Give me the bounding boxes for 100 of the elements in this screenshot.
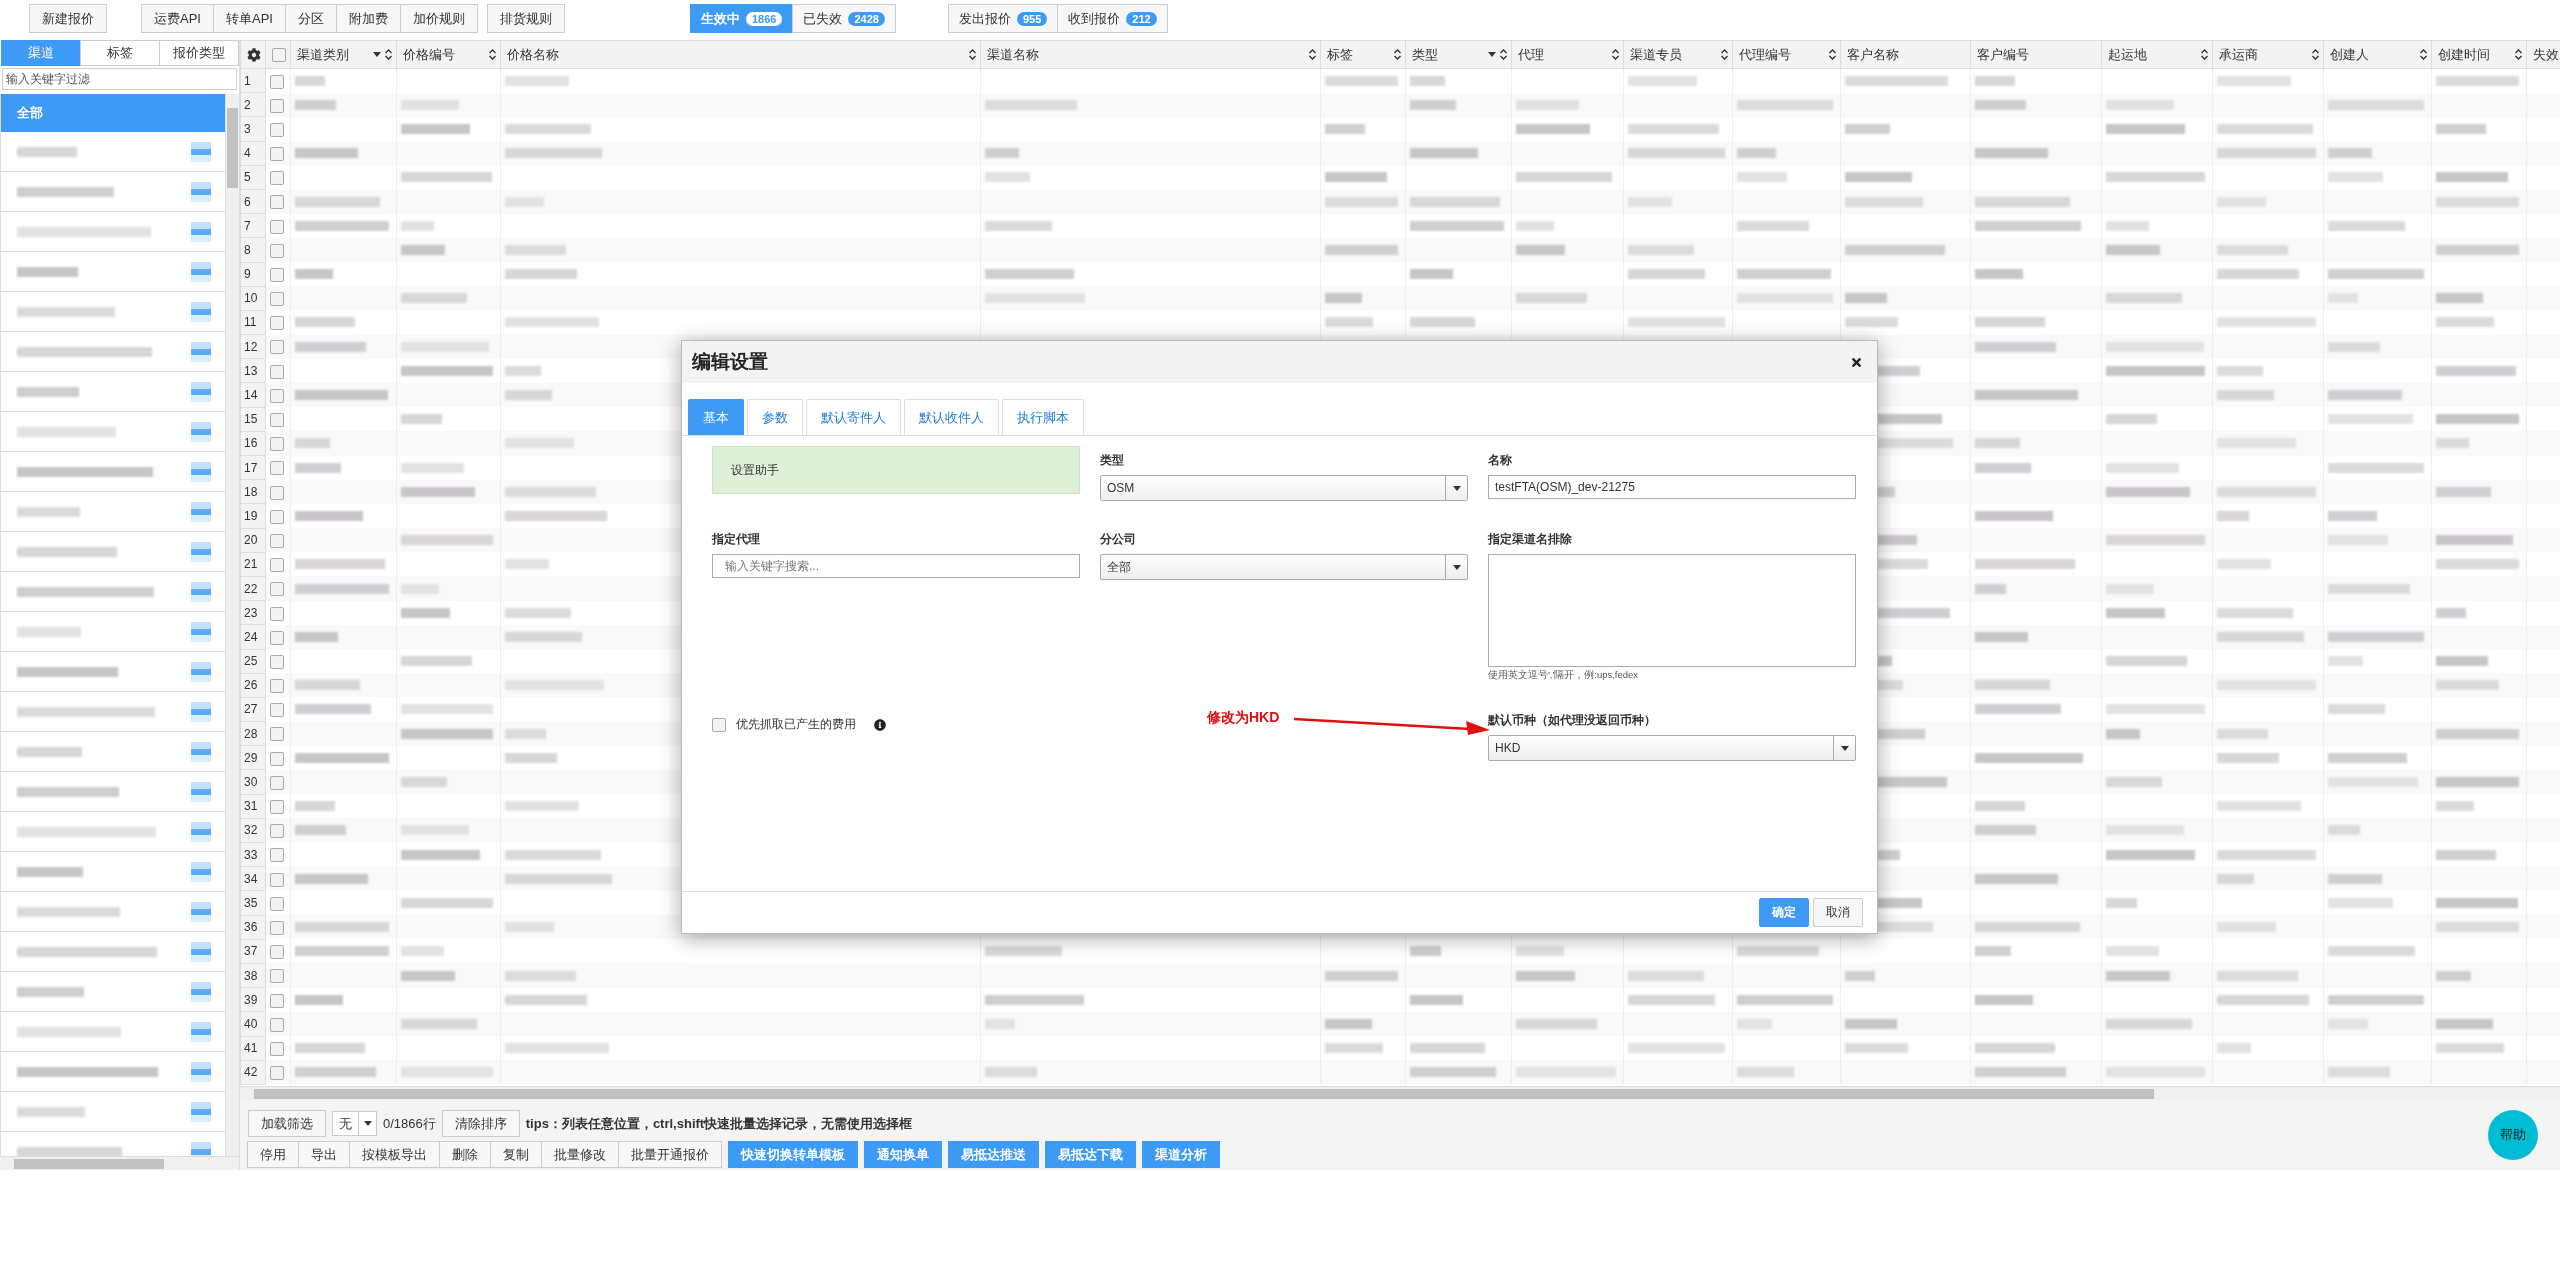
checkbox[interactable] (270, 558, 284, 573)
checkbox[interactable] (270, 98, 284, 113)
checkbox[interactable] (270, 122, 284, 137)
checkbox[interactable] (270, 824, 284, 839)
action-button[interactable]: 导出 (298, 1141, 350, 1168)
dialog-tab[interactable]: 执行脚本 (1002, 399, 1084, 435)
checkbox[interactable] (270, 679, 284, 694)
filter-select[interactable]: 无 (332, 1111, 377, 1136)
checkbox[interactable] (270, 171, 284, 186)
checkbox[interactable] (270, 896, 284, 911)
toolbar-button[interactable]: 加价规则 (399, 4, 478, 33)
toolbar-button[interactable]: 运费API (141, 4, 214, 33)
dialog-tab[interactable]: 默认寄件人 (806, 399, 901, 435)
column-header[interactable]: 客户编号 (1970, 40, 2102, 69)
select-field[interactable]: OSM (1100, 475, 1468, 501)
checkbox[interactable] (270, 800, 284, 814)
checkbox[interactable] (270, 630, 284, 645)
column-header[interactable]: 类型 (1405, 40, 1512, 69)
column-header[interactable]: 价格名称 (500, 40, 981, 69)
column-header[interactable]: 价格编号 (396, 40, 501, 69)
checkbox[interactable] (270, 1066, 284, 1081)
quote-toggle[interactable]: 发出报价 955 (947, 4, 1059, 33)
toolbar-button[interactable]: 附加费 (335, 4, 401, 33)
column-header[interactable]: 失效 (2526, 40, 2560, 69)
column-header[interactable]: 渠道专员 (1623, 40, 1733, 69)
checkbox[interactable] (270, 413, 284, 427)
close-icon[interactable] (1850, 355, 1863, 369)
checkbox[interactable] (270, 993, 284, 1008)
settings-icon[interactable] (247, 47, 261, 62)
checkbox[interactable] (270, 1017, 284, 1032)
scrollbar[interactable] (0, 1156, 239, 1170)
sort-icon[interactable] (385, 49, 392, 60)
toolbar-button[interactable]: 新建报价 (29, 4, 107, 33)
checkbox[interactable] (270, 1041, 284, 1056)
sort-icon[interactable] (2420, 49, 2427, 60)
sidebar-tab[interactable]: 报价类型 (159, 40, 239, 66)
action-button[interactable]: 按模板导出 (349, 1141, 440, 1168)
checkbox[interactable] (270, 388, 284, 403)
select-field[interactable]: 全部 (1100, 554, 1468, 580)
sort-icon[interactable] (1829, 49, 1836, 60)
checkbox[interactable] (270, 945, 284, 960)
help-button[interactable]: 帮助 (2488, 1110, 2538, 1160)
sort-icon[interactable] (2515, 49, 2522, 60)
checkbox[interactable] (270, 267, 284, 282)
sort-icon[interactable] (1612, 49, 1619, 60)
column-header[interactable]: 客户名称 (1840, 40, 1971, 69)
sort-icon[interactable] (1721, 49, 1728, 60)
search-field[interactable]: 输入关键字搜索... (712, 554, 1080, 578)
action-button[interactable]: 复制 (490, 1141, 542, 1168)
toolbar-button[interactable]: 转单API (212, 4, 286, 33)
column-header[interactable]: 渠道类别 (290, 40, 397, 69)
checkbox[interactable] (270, 243, 284, 258)
checkbox[interactable] (270, 509, 284, 524)
action-button[interactable]: 批量开通报价 (618, 1141, 722, 1168)
action-button[interactable]: 停用 (247, 1141, 299, 1168)
sort-icon[interactable] (2201, 49, 2208, 60)
checkbox[interactable] (270, 582, 284, 597)
column-header[interactable]: 起运地 (2101, 40, 2213, 69)
column-header[interactable]: 渠道名称 (980, 40, 1321, 69)
column-header[interactable]: 创建时间 (2431, 40, 2527, 69)
sort-icon[interactable] (969, 49, 976, 60)
column-header[interactable]: 代理 (1511, 40, 1624, 69)
input-field[interactable]: testFTA(OSM)_dev-21275 (1488, 475, 1856, 499)
sort-icon[interactable] (489, 49, 496, 60)
dialog-button[interactable]: 取消 (1813, 898, 1863, 927)
checkbox[interactable] (270, 195, 284, 210)
checkbox[interactable] (270, 533, 284, 548)
checkbox[interactable] (270, 437, 284, 452)
checkbox[interactable] (270, 969, 284, 984)
status-toggle[interactable]: 已失效 2428 (792, 4, 896, 33)
sort-icon[interactable] (2312, 49, 2319, 60)
scrollbar[interactable] (240, 1086, 2560, 1100)
column-header[interactable]: 承运商 (2212, 40, 2324, 69)
checkbox[interactable] (270, 316, 284, 331)
select-field[interactable]: HKD (1488, 735, 1856, 761)
checkbox[interactable] (270, 292, 284, 307)
text-area[interactable] (1488, 554, 1856, 667)
checkbox[interactable] (270, 606, 284, 621)
checkbox[interactable] (270, 872, 284, 887)
quote-toggle[interactable]: 收到报价 212 (1057, 4, 1168, 33)
checkbox[interactable] (272, 47, 286, 62)
checkbox[interactable] (270, 848, 284, 863)
column-header[interactable]: 创建人 (2323, 40, 2432, 69)
checkbox[interactable] (270, 654, 284, 669)
dialog-tab[interactable]: 默认收件人 (904, 399, 999, 435)
checkbox[interactable] (712, 717, 726, 732)
sort-icon[interactable] (1500, 49, 1507, 60)
filter-field[interactable]: 输入关键字过滤 (2, 68, 237, 90)
checkbox[interactable] (270, 727, 284, 742)
clear-sort-button[interactable]: 清除排序 (441, 1110, 520, 1137)
toolbar-button[interactable]: 分区 (284, 4, 337, 33)
action-button[interactable]: 批量修改 (541, 1141, 619, 1168)
checkbox[interactable] (270, 775, 284, 790)
checkbox[interactable] (270, 219, 284, 234)
scrollbar[interactable] (225, 94, 239, 1156)
load-filter-button[interactable]: 加载筛选 (248, 1110, 326, 1137)
checkbox[interactable] (270, 920, 284, 935)
checkbox[interactable] (270, 74, 284, 89)
info-icon[interactable] (874, 718, 886, 731)
checkbox[interactable] (270, 340, 284, 355)
